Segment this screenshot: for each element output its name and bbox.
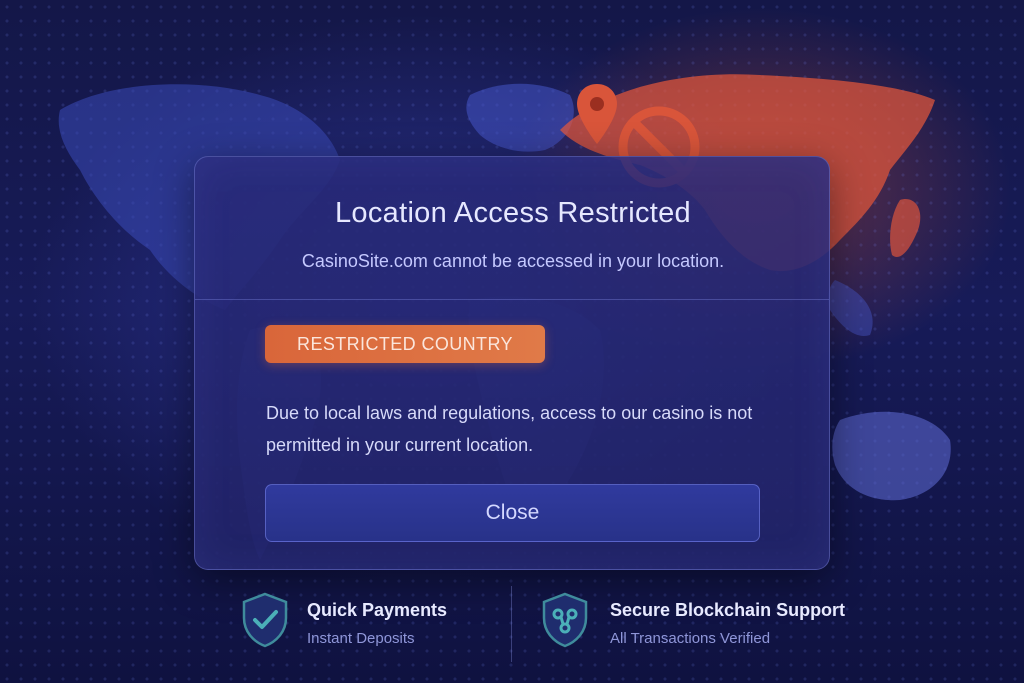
continent-southeast-asia [827, 280, 873, 336]
feature-quick-payments: Quick Payments Instant Deposits [240, 592, 490, 656]
continent-australia [832, 411, 951, 501]
feature-title: Secure Blockchain Support [610, 600, 846, 620]
continent-europe [466, 83, 574, 152]
close-button[interactable]: Close [265, 484, 760, 542]
feature-title: Quick Payments [307, 600, 448, 620]
dialog-divider [195, 299, 829, 300]
dialog-message: Due to local laws and regulations, acces… [266, 403, 753, 455]
location-pin-icon [577, 84, 617, 144]
feature-subtitle: All Transactions Verified [610, 630, 771, 647]
dialog-title: Location Access Restricted [335, 197, 691, 229]
feature-subtitle: Instant Deposits [307, 630, 415, 647]
shield-check-icon [242, 592, 288, 648]
dialog-subtitle: CasinoSite.com cannot be accessed in you… [301, 251, 725, 271]
shield-blockchain-icon [542, 592, 588, 648]
feature-secure-blockchain: Secure Blockchain Support All Transactio… [540, 592, 900, 656]
restricted-country-badge: RESTRICTED COUNTRY [265, 325, 545, 363]
footer-divider [511, 586, 512, 662]
restricted-island [890, 199, 921, 258]
location-restricted-dialog: Location Access Restricted CasinoSite.co… [194, 156, 830, 570]
